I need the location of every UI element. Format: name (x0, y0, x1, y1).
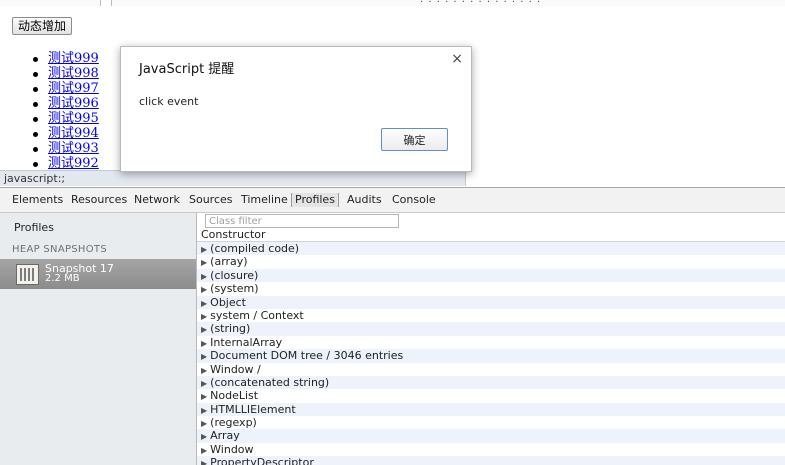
table-row[interactable]: ▶ Array (197, 429, 785, 443)
heap-snapshot-view: Class filter Constructor ▶ (compiled code… (197, 213, 785, 465)
constructor-name: (array) (210, 255, 248, 269)
expand-triangle-icon[interactable]: ▶ (201, 245, 207, 254)
expand-triangle-icon[interactable]: ▶ (201, 285, 207, 294)
expand-triangle-icon[interactable]: ▶ (201, 339, 207, 348)
ok-button[interactable]: 确定 (381, 128, 448, 151)
tab-sources[interactable]: Sources (189, 193, 233, 207)
column-header-constructor[interactable]: Constructor (197, 229, 785, 242)
table-row[interactable]: ▶ Object (197, 295, 785, 309)
snapshot-size: 2.2 MB (45, 273, 80, 284)
constructor-name: (regexp) (210, 416, 257, 430)
item-link[interactable]: 测试993 (48, 141, 99, 156)
list-item: 测试996 (30, 96, 99, 111)
expand-triangle-icon[interactable]: ▶ (201, 325, 207, 334)
constructor-name: NodeList (210, 389, 259, 403)
table-row[interactable]: ▶ Window / (197, 363, 785, 376)
profiles-sidebar-title: Profiles (14, 221, 54, 234)
list-item: 测试997 (30, 81, 99, 96)
heap-snapshots-header: HEAP SNAPSHOTS (12, 244, 107, 255)
expand-triangle-icon[interactable]: ▶ (201, 366, 207, 375)
devtools-tabbar: Elements Resources Network Sources Timel… (0, 188, 785, 213)
expand-triangle-icon[interactable]: ▶ (201, 299, 207, 308)
item-list: 测试999 测试998 测试997 测试996 测试995 测试994 测试993 测试992 (30, 51, 99, 170)
expand-triangle-icon[interactable]: ▶ (201, 459, 207, 465)
tab-timeline[interactable]: Timeline (241, 193, 288, 207)
table-row[interactable]: ▶ (string) (197, 322, 785, 336)
table-row[interactable]: ▶ (concatenated string) (197, 375, 785, 390)
constructor-name: (string) (210, 322, 251, 336)
list-item: 测试999 (30, 51, 99, 66)
constructor-name: HTMLLIElement (210, 402, 296, 416)
constructor-name: (compiled code) (210, 242, 300, 255)
expand-triangle-icon[interactable]: ▶ (201, 432, 207, 441)
alert-message: click event (139, 95, 199, 108)
class-filter-input[interactable]: Class filter (205, 214, 399, 228)
item-link[interactable]: 测试995 (48, 111, 99, 126)
constructor-name: Window / (210, 362, 261, 376)
item-link[interactable]: 测试998 (48, 66, 99, 81)
tab-profiles[interactable]: Profiles (291, 193, 339, 207)
table-row[interactable]: ▶ (closure) (197, 268, 785, 283)
constructor-name: Array (210, 429, 240, 443)
constructor-name: Window (210, 442, 254, 456)
expand-triangle-icon[interactable]: ▶ (201, 312, 207, 321)
tab-audits[interactable]: Audits (347, 193, 382, 207)
snapshot-list-item[interactable]: Snapshot 17 2.2 MB (0, 259, 196, 289)
table-row[interactable]: ▶ Document DOM tree / 3046 entries (197, 349, 785, 363)
table-row[interactable]: ▶ (array) (197, 255, 785, 268)
tab-resources[interactable]: Resources (71, 193, 127, 207)
constructor-name: system / Context (210, 308, 304, 322)
item-link[interactable]: 测试996 (48, 96, 99, 111)
list-item: 测试995 (30, 111, 99, 126)
status-bar: javascript:; (0, 170, 466, 186)
javascript-alert-dialog: JavaScript 提醒 × click event 确定 (120, 46, 472, 172)
tab-console[interactable]: Console (392, 193, 436, 207)
expand-triangle-icon[interactable]: ▶ (201, 446, 207, 455)
table-row[interactable]: ▶ HTMLLIElement (197, 402, 785, 417)
constructor-name: (system) (210, 282, 259, 296)
list-item: 测试993 (30, 141, 99, 156)
expand-triangle-icon[interactable]: ▶ (201, 379, 207, 388)
expand-triangle-icon[interactable]: ▶ (201, 406, 207, 415)
item-link[interactable]: 测试999 (48, 51, 99, 66)
table-row[interactable]: ▶ (compiled code) (197, 242, 785, 256)
dynamic-add-button[interactable]: 动态增加 (12, 17, 73, 35)
tab-network[interactable]: Network (134, 193, 180, 207)
table-row[interactable]: ▶ (system) (197, 282, 785, 295)
item-link[interactable]: 测试997 (48, 81, 99, 96)
constructor-name: Document DOM tree / 3046 entries (210, 349, 404, 363)
heap-snapshot-icon (16, 264, 39, 285)
constructor-name: Object (210, 295, 246, 309)
constructor-table: ▶ (compiled code) ▶ (array) ▶ (closure) ▶ (syst… (197, 242, 785, 465)
close-icon[interactable]: × (451, 51, 463, 67)
list-item: 测试998 (30, 66, 99, 81)
expand-triangle-icon[interactable]: ▶ (201, 419, 207, 428)
table-row[interactable]: ▶ system / Context (197, 309, 785, 322)
constructor-name: (closure) (210, 268, 259, 282)
tab-elements[interactable]: Elements (12, 193, 63, 207)
expand-triangle-icon[interactable]: ▶ (201, 352, 207, 361)
expand-triangle-icon[interactable]: ▶ (201, 272, 207, 281)
expand-triangle-icon[interactable]: ▶ (201, 258, 207, 267)
table-row[interactable]: ▶ InternalArray (197, 336, 785, 349)
devtools-panel: Elements Resources Network Sources Timel… (0, 187, 785, 465)
expand-triangle-icon[interactable]: ▶ (201, 392, 207, 401)
list-item: 测试992 (30, 156, 99, 170)
list-item: 测试994 (30, 126, 99, 141)
item-link[interactable]: 测试994 (48, 126, 99, 141)
alert-title: JavaScript 提醒 (139, 62, 235, 77)
constructor-name: (concatenated string) (210, 375, 330, 389)
address-bar-overflow: . . . . . . . . . . . . . . . (420, 0, 541, 5)
profiles-sidebar: Profiles HEAP SNAPSHOTS Snapshot 17 2.2 … (0, 213, 197, 465)
item-link[interactable]: 测试992 (48, 156, 99, 170)
table-row[interactable]: ▶ NodeList (197, 389, 785, 402)
constructor-name: InternalArray (210, 335, 283, 349)
table-row[interactable]: ▶ (regexp) (197, 416, 785, 429)
table-row[interactable]: ▶ Window (197, 443, 785, 456)
